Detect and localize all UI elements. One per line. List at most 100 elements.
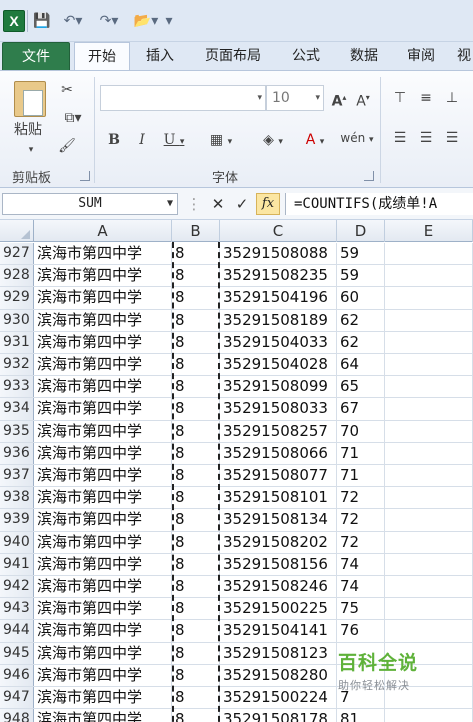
row-header[interactable]: 928 bbox=[0, 265, 34, 287]
cell-a[interactable]: 滨海市第四中学 bbox=[34, 331, 172, 353]
tab-review[interactable]: 审阅 bbox=[399, 42, 443, 70]
cell-a[interactable]: 滨海市第四中学 bbox=[34, 420, 172, 442]
cell-c[interactable]: 35291508134 bbox=[220, 509, 337, 531]
cell-d[interactable]: 75 bbox=[337, 598, 385, 620]
row-header[interactable]: 939 bbox=[0, 509, 34, 531]
cell-e[interactable] bbox=[385, 287, 473, 309]
cell-c[interactable]: 35291504141 bbox=[220, 620, 337, 642]
cell-e[interactable] bbox=[385, 265, 473, 287]
cell-b[interactable]: 8 bbox=[172, 354, 220, 376]
column-header-d[interactable]: D bbox=[337, 220, 385, 242]
cell-d[interactable]: 71 bbox=[337, 442, 385, 464]
cell-c[interactable]: 35291508257 bbox=[220, 420, 337, 442]
bold-icon[interactable]: B bbox=[106, 131, 122, 149]
row-header[interactable]: 945 bbox=[0, 642, 34, 664]
cell-e[interactable] bbox=[385, 331, 473, 353]
cell-a[interactable]: 滨海市第四中学 bbox=[34, 287, 172, 309]
cell-b[interactable]: 8 bbox=[172, 265, 220, 287]
cell-b[interactable]: 8 bbox=[172, 687, 220, 709]
cell-d[interactable]: 62 bbox=[337, 331, 385, 353]
cell-e[interactable] bbox=[385, 465, 473, 487]
cell-d[interactable]: 72 bbox=[337, 531, 385, 553]
cell-a[interactable]: 滨海市第四中学 bbox=[34, 598, 172, 620]
undo-icon[interactable]: ↶▾ bbox=[58, 13, 88, 29]
cell-d[interactable]: 71 bbox=[337, 465, 385, 487]
cell-a[interactable]: 滨海市第四中学 bbox=[34, 243, 172, 265]
cell-a[interactable]: 滨海市第四中学 bbox=[34, 465, 172, 487]
cell-b[interactable]: 8 bbox=[172, 309, 220, 331]
cell-b[interactable]: 8 bbox=[172, 509, 220, 531]
redo-icon[interactable]: ↷▾ bbox=[94, 13, 124, 29]
cell-a[interactable]: 滨海市第四中学 bbox=[34, 309, 172, 331]
cell-b[interactable]: 8 bbox=[172, 331, 220, 353]
column-header-b[interactable]: B bbox=[172, 220, 220, 242]
insert-function-button[interactable]: fx bbox=[256, 193, 280, 215]
cell-d[interactable]: 62 bbox=[337, 309, 385, 331]
cell-d[interactable]: 64 bbox=[337, 354, 385, 376]
row-header[interactable]: 944 bbox=[0, 620, 34, 642]
shrink-font-icon[interactable]: A▾ bbox=[354, 89, 372, 111]
cell-a[interactable]: 滨海市第四中学 bbox=[34, 553, 172, 575]
cell-a[interactable]: 滨海市第四中学 bbox=[34, 620, 172, 642]
align-center-icon[interactable]: ☰ bbox=[418, 129, 434, 147]
customize-icon[interactable]: ▾ bbox=[163, 13, 175, 29]
row-header[interactable]: 940 bbox=[0, 531, 34, 553]
cell-d[interactable]: 59 bbox=[337, 243, 385, 265]
grow-font-icon[interactable]: A▴ bbox=[330, 89, 348, 111]
cell-e[interactable] bbox=[385, 553, 473, 575]
excel-app-icon[interactable]: X bbox=[3, 10, 25, 32]
cell-d[interactable]: 74 bbox=[337, 553, 385, 575]
row-header[interactable]: 935 bbox=[0, 420, 34, 442]
cell-e[interactable] bbox=[385, 576, 473, 598]
cell-a[interactable]: 滨海市第四中学 bbox=[34, 709, 172, 722]
clipboard-launcher-icon[interactable] bbox=[80, 171, 90, 181]
cell-a[interactable]: 滨海市第四中学 bbox=[34, 398, 172, 420]
row-header[interactable]: 937 bbox=[0, 465, 34, 487]
cell-c[interactable]: 35291504028 bbox=[220, 354, 337, 376]
cell-e[interactable] bbox=[385, 376, 473, 398]
cell-a[interactable]: 滨海市第四中学 bbox=[34, 265, 172, 287]
cell-b[interactable]: 8 bbox=[172, 553, 220, 575]
cell-e[interactable] bbox=[385, 243, 473, 265]
cell-c[interactable]: 35291508066 bbox=[220, 442, 337, 464]
cell-c[interactable]: 35291508099 bbox=[220, 376, 337, 398]
cell-d[interactable]: 60 bbox=[337, 287, 385, 309]
cell-c[interactable]: 35291500224 bbox=[220, 687, 337, 709]
tab-home[interactable]: 开始 bbox=[74, 42, 130, 70]
cell-e[interactable] bbox=[385, 398, 473, 420]
tab-data[interactable]: 数据 bbox=[342, 42, 386, 70]
cell-c[interactable]: 35291508123 bbox=[220, 642, 337, 664]
phonetic-icon[interactable]: wén ▾ bbox=[340, 129, 374, 149]
tab-formulas[interactable]: 公式 bbox=[284, 42, 328, 70]
cell-d[interactable]: 74 bbox=[337, 576, 385, 598]
cell-a[interactable]: 滨海市第四中学 bbox=[34, 576, 172, 598]
chevron-down-icon[interactable]: ▾ bbox=[24, 141, 38, 159]
cell-e[interactable] bbox=[385, 442, 473, 464]
name-box[interactable]: SUM ▼ bbox=[2, 193, 178, 215]
select-all-button[interactable] bbox=[0, 220, 34, 242]
fill-color-icon[interactable]: ◈ ▾ bbox=[256, 131, 290, 151]
tab-insert[interactable]: 插入 bbox=[138, 42, 182, 70]
row-header[interactable]: 936 bbox=[0, 442, 34, 464]
column-header-e[interactable]: E bbox=[385, 220, 473, 242]
font-name-box[interactable]: ▾ bbox=[100, 85, 266, 111]
cell-e[interactable] bbox=[385, 531, 473, 553]
resize-handle-icon[interactable]: ⋮ bbox=[182, 193, 206, 215]
cell-a[interactable]: 滨海市第四中学 bbox=[34, 531, 172, 553]
align-middle-icon[interactable]: ≡ bbox=[418, 89, 434, 107]
row-header[interactable]: 938 bbox=[0, 487, 34, 509]
cell-c[interactable]: 35291508280 bbox=[220, 664, 337, 686]
font-color-icon[interactable]: A ▾ bbox=[298, 131, 332, 151]
cut-icon[interactable]: ✂ bbox=[58, 81, 76, 99]
row-header[interactable]: 931 bbox=[0, 331, 34, 353]
cell-b[interactable]: 8 bbox=[172, 709, 220, 722]
cell-d[interactable]: 59 bbox=[337, 265, 385, 287]
cell-c[interactable]: 35291508101 bbox=[220, 487, 337, 509]
tab-view[interactable]: 视 bbox=[455, 42, 473, 70]
cell-e[interactable] bbox=[385, 354, 473, 376]
cell-e[interactable] bbox=[385, 309, 473, 331]
cell-b[interactable]: 8 bbox=[172, 598, 220, 620]
underline-icon[interactable]: U ▾ bbox=[160, 131, 188, 151]
italic-icon[interactable]: I bbox=[134, 131, 150, 149]
cell-e[interactable] bbox=[385, 487, 473, 509]
